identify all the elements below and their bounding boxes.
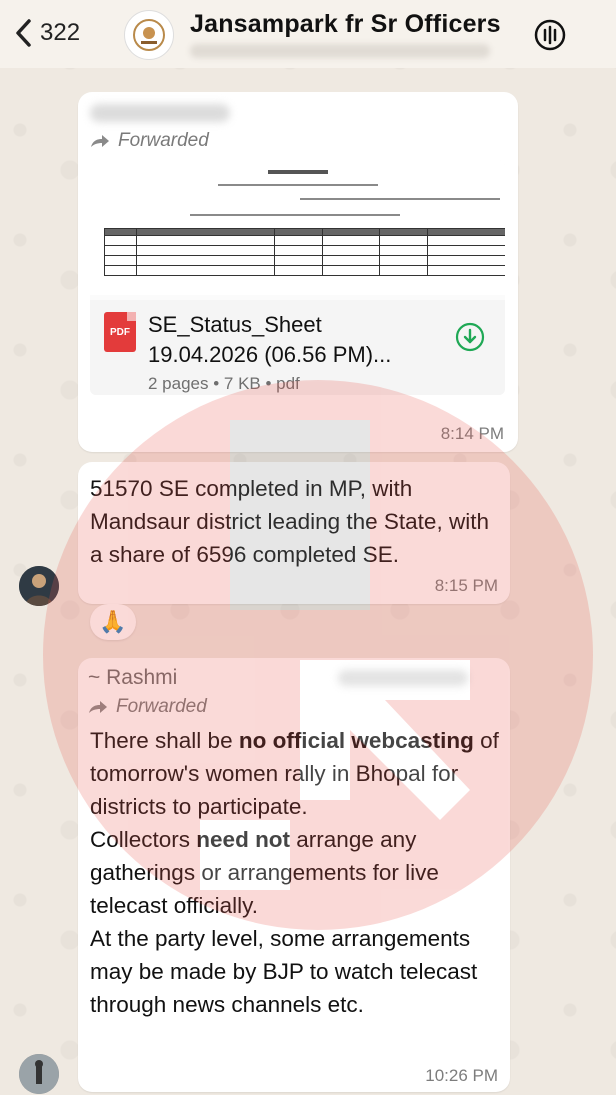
sender-avatar[interactable]	[19, 566, 59, 606]
document-thumbnail	[90, 160, 505, 295]
avatar-photo	[19, 566, 59, 606]
chevron-left-icon	[16, 19, 31, 47]
message-bubble-document[interactable]: Forwarded PDF SE_Status_Sheet 19.04.2026…	[78, 92, 518, 452]
avatar-photo	[19, 1054, 59, 1094]
sender-name[interactable]: ~ Rashmi	[88, 666, 177, 690]
file-row[interactable]: PDF SE_Status_Sheet 19.04.2026 (06.56 PM…	[90, 300, 505, 395]
reaction-badge[interactable]: 🙏	[90, 604, 136, 640]
file-name: SE_Status_Sheet 19.04.2026 (06.56 PM)...	[148, 312, 392, 367]
forwarded-label: Forwarded	[88, 696, 207, 718]
group-call-icon[interactable]	[533, 18, 567, 52]
back-button[interactable]: 322	[14, 18, 80, 48]
text-segment: At the party level, some arrangements ma…	[90, 926, 478, 1017]
message-time: 8:14 PM	[440, 424, 504, 443]
message-text: There shall be no official webcasting of…	[90, 724, 510, 1021]
sender-name-blur	[90, 104, 230, 122]
document-line	[190, 214, 400, 216]
download-icon[interactable]	[455, 322, 485, 352]
text-segment: There shall be	[90, 728, 239, 753]
document-table-thumb	[103, 228, 505, 276]
text-segment: Collectors	[90, 827, 197, 852]
pdf-file-icon: PDF	[104, 312, 136, 352]
message-text: 51570 SE completed in MP, with Mandsaur …	[90, 476, 489, 567]
emblem-icon	[133, 19, 165, 51]
document-line	[218, 184, 378, 186]
message-time: 10:26 PM	[425, 1066, 498, 1085]
forward-arrow-icon	[91, 135, 109, 147]
document-line	[300, 198, 500, 200]
message-bubble-text[interactable]: ~ Rashmi Forwarded There shall be no off…	[78, 658, 510, 1092]
document-title-thumb	[268, 170, 328, 174]
document-preview[interactable]: PDF SE_Status_Sheet 19.04.2026 (06.56 PM…	[90, 160, 505, 395]
phone-number-blur	[338, 670, 468, 686]
bold-text-segment: need not	[196, 827, 291, 852]
bold-text-segment: no official webcasting	[238, 728, 474, 753]
file-meta: 2 pages • 7 KB • pdf	[148, 374, 300, 393]
unread-count: 322	[40, 19, 81, 46]
participants-blur	[190, 44, 490, 58]
group-avatar[interactable]	[124, 10, 174, 60]
sender-avatar[interactable]	[19, 1054, 59, 1094]
chat-header: 322 Jansampark fr Sr Officers	[0, 0, 616, 68]
message-time: 8:15 PM	[434, 576, 498, 595]
forwarded-label: Forwarded	[90, 130, 209, 152]
group-name[interactable]: Jansampark fr Sr Officers	[190, 10, 501, 39]
message-bubble-text[interactable]: 51570 SE completed in MP, with Mandsaur …	[78, 462, 510, 604]
forward-arrow-icon	[89, 701, 107, 713]
